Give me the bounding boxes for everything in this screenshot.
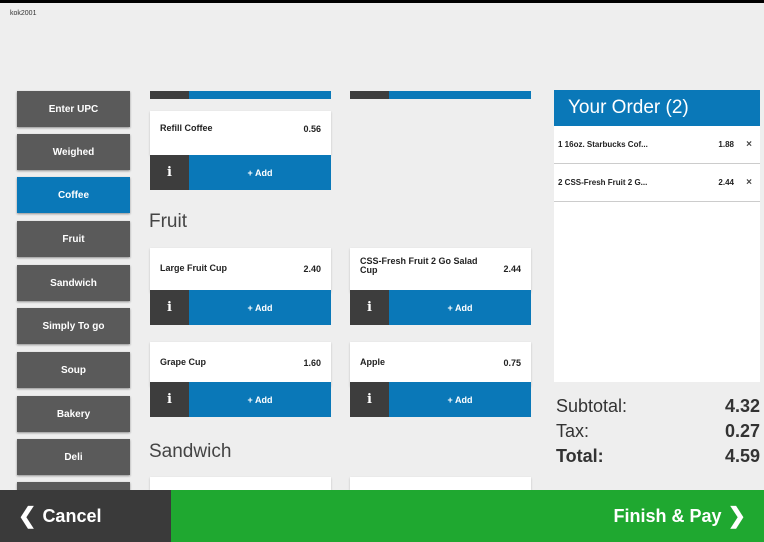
top-border bbox=[0, 0, 764, 3]
product-name: Grape Cup bbox=[160, 357, 207, 367]
order-item[interactable]: 1 16oz. Starbucks Cof... 1.88 × bbox=[554, 126, 760, 164]
order-panel: Your Order (2) 1 16oz. Starbucks Cof... … bbox=[554, 90, 760, 382]
category-partial[interactable] bbox=[17, 482, 130, 490]
tile-bar-partial bbox=[350, 91, 531, 99]
tile-bar-partial bbox=[150, 91, 331, 99]
cancel-button[interactable]: ❮ Cancel bbox=[0, 490, 171, 542]
cancel-label: Cancel bbox=[42, 505, 102, 526]
tax-row: Tax: 0.27 bbox=[556, 421, 760, 442]
product-price: 1.60 bbox=[303, 358, 321, 368]
add-button[interactable]: + Add bbox=[389, 290, 531, 325]
product-tile-partial[interactable] bbox=[150, 477, 331, 490]
kiosk-id: kok2001 bbox=[10, 10, 37, 17]
subtotal-row: Subtotal: 4.32 bbox=[556, 396, 760, 417]
product-price: 2.44 bbox=[503, 264, 521, 274]
product-name: CSS-Fresh Fruit 2 Go Salad Cup bbox=[360, 256, 478, 275]
product-actions: i + Add bbox=[150, 155, 331, 190]
product-tile-apple[interactable]: Apple 0.75 bbox=[350, 342, 531, 386]
total-value: 4.59 bbox=[724, 446, 760, 466]
add-button[interactable]: + Add bbox=[189, 155, 331, 190]
product-tile-fresh-fruit-salad[interactable]: CSS-Fresh Fruit 2 Go Salad Cup 2.44 bbox=[350, 248, 531, 292]
category-enter-upc[interactable]: Enter UPC bbox=[17, 91, 130, 127]
category-simply-to-go[interactable]: Simply To go bbox=[17, 308, 130, 344]
remove-icon[interactable]: × bbox=[746, 139, 752, 150]
product-price: 0.56 bbox=[303, 124, 321, 134]
order-item-price: 2.44 bbox=[718, 178, 734, 187]
add-button[interactable]: + Add bbox=[189, 382, 331, 417]
product-tile-grape-cup[interactable]: Grape Cup 1.60 bbox=[150, 342, 331, 386]
category-deli[interactable]: Deli bbox=[17, 439, 130, 475]
finish-pay-button[interactable]: Finish & Pay ❯ bbox=[171, 490, 764, 542]
product-name: Large Fruit Cup bbox=[160, 263, 227, 273]
subtotal-value: 4.32 bbox=[724, 396, 760, 416]
info-button[interactable]: i bbox=[150, 290, 189, 325]
total-label: Total: bbox=[556, 446, 604, 466]
section-title-sandwich: Sandwich bbox=[149, 441, 232, 462]
info-button[interactable]: i bbox=[350, 290, 389, 325]
category-bakery[interactable]: Bakery bbox=[17, 396, 130, 432]
add-button[interactable]: + Add bbox=[189, 290, 331, 325]
category-soup[interactable]: Soup bbox=[17, 352, 130, 388]
chevron-right-icon: ❯ bbox=[727, 503, 746, 528]
order-item-desc: 2 CSS-Fresh Fruit 2 G... bbox=[558, 178, 648, 187]
info-button[interactable]: i bbox=[350, 382, 389, 417]
product-name: Refill Coffee bbox=[160, 123, 213, 133]
product-actions: i + Add bbox=[150, 382, 331, 417]
info-button[interactable]: i bbox=[150, 382, 189, 417]
total-row: Total: 4.59 bbox=[556, 446, 760, 467]
add-button[interactable]: + Add bbox=[389, 382, 531, 417]
product-tile-partial[interactable] bbox=[350, 477, 531, 490]
category-weighed[interactable]: Weighed bbox=[17, 134, 130, 170]
order-item[interactable]: 2 CSS-Fresh Fruit 2 G... 2.44 × bbox=[554, 164, 760, 202]
product-actions: i + Add bbox=[350, 290, 531, 325]
product-tile-refill-coffee[interactable]: Refill Coffee 0.56 bbox=[150, 111, 331, 155]
product-actions: i + Add bbox=[350, 382, 531, 417]
tax-value: 0.27 bbox=[724, 421, 760, 441]
chevron-left-icon: ❮ bbox=[18, 503, 37, 528]
remove-icon[interactable]: × bbox=[746, 177, 752, 188]
product-name: Apple bbox=[360, 357, 386, 367]
product-price: 0.75 bbox=[503, 358, 521, 368]
tax-label: Tax: bbox=[556, 421, 590, 441]
product-price: 2.40 bbox=[303, 264, 321, 274]
section-title-fruit: Fruit bbox=[149, 211, 187, 232]
info-button[interactable]: i bbox=[150, 155, 189, 190]
category-fruit[interactable]: Fruit bbox=[17, 221, 130, 257]
subtotal-label: Subtotal: bbox=[556, 396, 628, 416]
order-item-desc: 1 16oz. Starbucks Cof... bbox=[558, 140, 648, 149]
order-title: Your Order (2) bbox=[554, 90, 760, 126]
order-item-price: 1.88 bbox=[718, 140, 734, 149]
product-actions: i + Add bbox=[150, 290, 331, 325]
product-tile-large-fruit-cup[interactable]: Large Fruit Cup 2.40 bbox=[150, 248, 331, 292]
finish-label: Finish & Pay bbox=[613, 505, 722, 526]
category-sandwich[interactable]: Sandwich bbox=[17, 265, 130, 301]
category-coffee[interactable]: Coffee bbox=[17, 177, 130, 213]
